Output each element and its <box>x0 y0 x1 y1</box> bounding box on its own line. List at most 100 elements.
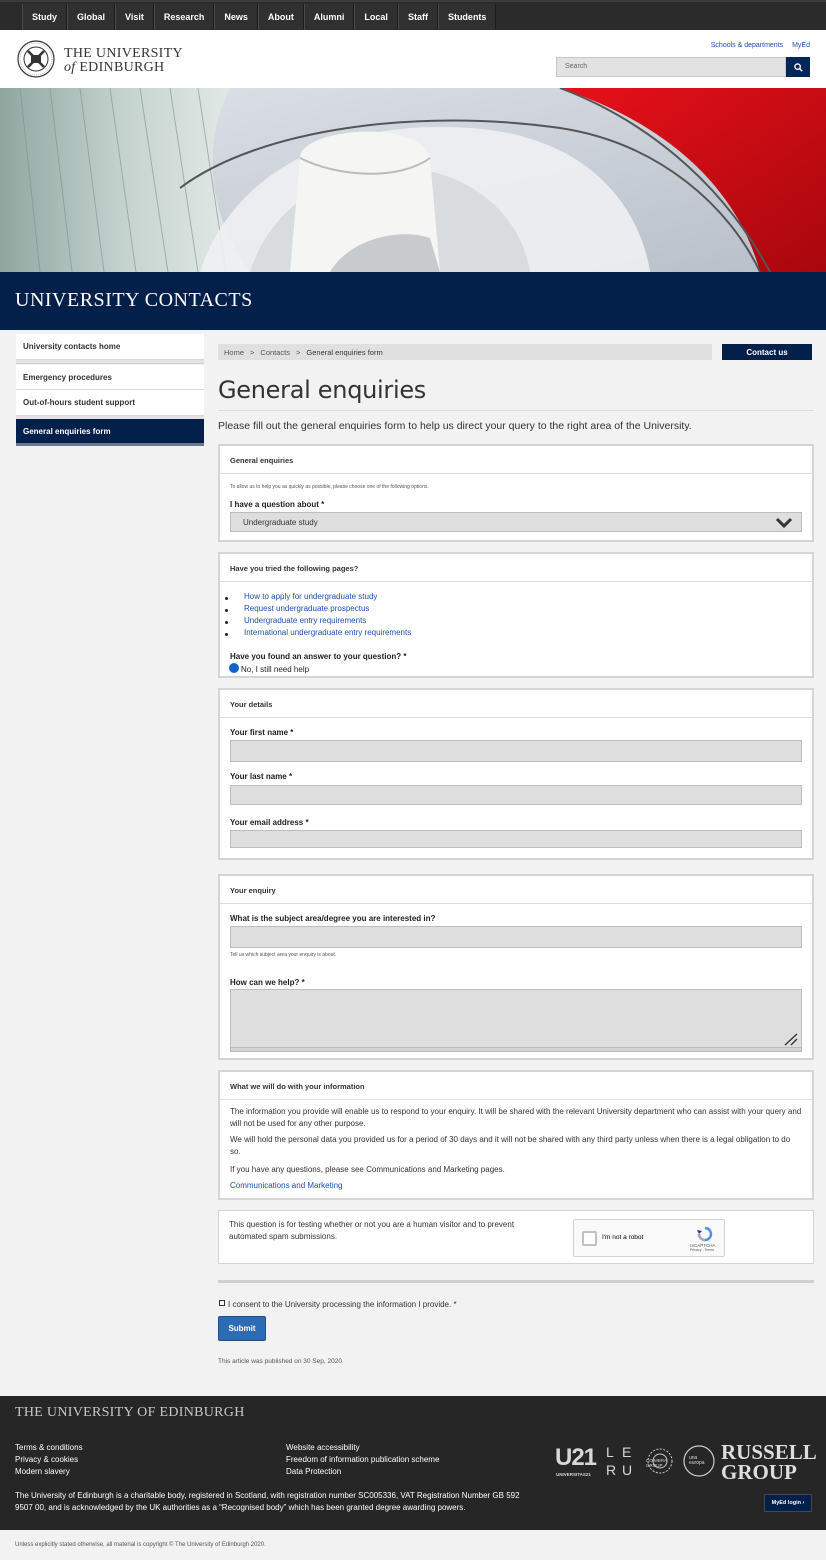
website-accessibility-link[interactable]: Website accessibility <box>286 1442 439 1454</box>
site-header: THE UNIVERSITY of EDINBURGH Schools & de… <box>0 30 826 88</box>
leru-letter: E <box>622 1444 632 1460</box>
top-nav-items: Study Global Visit Research News About Alumni L… <box>22 4 497 30</box>
info-paragraph-1: The information you provide will enable … <box>230 1107 802 1128</box>
topnav-item-local[interactable]: Local <box>354 4 398 30</box>
first-name-label: Your first name * <box>230 728 294 737</box>
topnav-item-global[interactable]: Global <box>67 4 116 30</box>
topnav-item-study[interactable]: Study <box>22 4 68 30</box>
russell-group-line2: GROUP <box>721 1460 797 1484</box>
russell-group-line1: RUSSELL <box>721 1440 817 1464</box>
topnav-item-news[interactable]: News <box>214 4 258 30</box>
leru-letter: L <box>606 1444 614 1460</box>
recaptcha-brand: reCAPTCHA Privacy - Terms <box>690 1243 716 1252</box>
section-title: UNIVERSITY CONTACTS <box>15 289 253 311</box>
breadcrumb-current: General enquiries form <box>306 348 383 357</box>
email-field[interactable] <box>230 830 802 848</box>
university-crest-icon[interactable] <box>16 40 56 78</box>
contact-us-button[interactable]: Contact us <box>722 344 812 360</box>
terms-conditions-link[interactable]: Terms & conditions <box>15 1442 83 1454</box>
found-answer-label: Have you found an answer to your questio… <box>230 652 407 661</box>
sidebar-item-general-enquiries[interactable]: General enquiries form <box>16 419 204 446</box>
breadcrumb-separator: > <box>250 348 255 357</box>
search-button[interactable] <box>786 57 810 77</box>
consent-checkbox[interactable] <box>219 1300 225 1306</box>
link-request-prospectus[interactable]: Request undergraduate prospectus <box>224 604 411 616</box>
copyright-notice: Unless explicitly stated otherwise, all … <box>15 1542 266 1548</box>
link-entry-requirements[interactable]: Undergraduate entry requirements <box>224 616 411 628</box>
recaptcha-checkbox[interactable] <box>582 1231 597 1246</box>
how-can-we-help-label: How can we help? * <box>230 978 305 987</box>
subject-area-field[interactable] <box>230 926 802 948</box>
last-name-label: Your last name * <box>230 772 293 781</box>
myed-link[interactable]: MyEd <box>792 42 810 49</box>
link-how-to-apply[interactable]: How to apply for undergraduate study <box>224 592 411 604</box>
recaptcha-privacy-terms[interactable]: Privacy - Terms <box>690 1248 716 1252</box>
sidebar-item-out-of-hours[interactable]: Out-of-hours student support <box>16 390 204 416</box>
last-name-field[interactable] <box>230 785 802 805</box>
published-date: This article was published on 30 Sep, 20… <box>218 1358 342 1365</box>
email-label: Your email address * <box>230 818 309 827</box>
topnav-item-students[interactable]: Students <box>437 4 497 30</box>
information-use-panel: What we will do with your information Th… <box>218 1070 814 1200</box>
freedom-of-information-link[interactable]: Freedom of information publication schem… <box>286 1454 439 1466</box>
schools-departments-link[interactable]: Schools & departments <box>711 42 783 49</box>
footer-links-col2: Website accessibility Freedom of informa… <box>286 1442 439 1478</box>
link-international-entry-requirements[interactable]: International undergraduate entry requir… <box>224 628 411 640</box>
sidebar-item-emergency-procedures[interactable]: Emergency procedures <box>16 365 204 390</box>
consent-label[interactable]: I consent to the University processing t… <box>228 1300 457 1309</box>
wordmark-edinburgh: EDINBURGH <box>79 60 165 75</box>
leru-letter: R <box>606 1462 617 1478</box>
question-about-label: I have a question about * <box>230 500 325 509</box>
question-about-select[interactable]: Undergraduate study <box>230 512 802 532</box>
topnav-item-research[interactable]: Research <box>153 4 215 30</box>
panel-heading: General enquiries <box>220 446 812 474</box>
recaptcha-logo-icon <box>697 1226 713 1242</box>
tried-pages-panel: Have you tried the following pages? How … <box>218 552 814 678</box>
topnav-item-about[interactable]: About <box>257 4 304 30</box>
hero-banner-image <box>0 88 826 272</box>
panel-heading: What we will do with your information <box>220 1072 812 1100</box>
privacy-cookies-link[interactable]: Privacy & cookies <box>15 1454 83 1466</box>
sidebar-item-contacts-home[interactable]: University contacts home <box>16 334 204 360</box>
site-footer: THE UNIVERSITY OF EDINBURGH Terms & cond… <box>0 1396 826 1530</box>
coimbra-group-text: COIMBRA GROUP <box>646 1458 667 1468</box>
general-enquiries-panel: General enquiries To allow us to help yo… <box>218 444 814 542</box>
your-enquiry-panel: Your enquiry What is the subject area/de… <box>218 874 814 1060</box>
communications-marketing-link[interactable]: Communications and Marketing <box>230 1180 802 1192</box>
captcha-explanation: This question is for testing whether or … <box>229 1220 515 1241</box>
breadcrumb-contacts[interactable]: Contacts <box>260 348 290 357</box>
data-protection-link[interactable]: Data Protection <box>286 1466 439 1478</box>
breadcrumb: Home > Contacts > General enquiries form <box>218 344 712 360</box>
search-input[interactable]: Search <box>556 57 786 77</box>
modern-slavery-link[interactable]: Modern slavery <box>15 1466 83 1478</box>
first-name-field[interactable] <box>230 740 802 762</box>
top-navigation: Study Global Visit Research News About Alumni L… <box>0 0 826 30</box>
info-paragraph-3: If you have any questions, please see Co… <box>230 1165 505 1174</box>
divider <box>218 1280 814 1283</box>
help-text: To allow us to help you as quickly as po… <box>230 484 429 490</box>
search-icon <box>793 62 803 72</box>
una-europa-text: una europa <box>689 1455 705 1466</box>
topnav-item-visit[interactable]: Visit <box>115 4 154 30</box>
suggested-links-list: How to apply for undergraduate study Req… <box>224 592 411 640</box>
wordmark-of: of <box>64 60 76 75</box>
resize-handle-icon[interactable] <box>783 1032 799 1046</box>
chevron-down-icon <box>775 517 793 529</box>
breadcrumb-separator: > <box>296 348 301 357</box>
u21-logo-text: U21 <box>555 1444 597 1471</box>
breadcrumb-home[interactable]: Home <box>224 348 244 357</box>
textarea-grip[interactable] <box>230 1047 802 1052</box>
still-need-help-label[interactable]: No, I still need help <box>241 665 309 674</box>
myed-login-button[interactable]: MyEd login › <box>764 1494 812 1512</box>
how-can-we-help-textarea[interactable] <box>230 989 802 1049</box>
topnav-item-staff[interactable]: Staff <box>397 4 438 30</box>
recaptcha-label: I'm not a robot <box>602 1234 644 1241</box>
captcha-panel: This question is for testing whether or … <box>218 1210 814 1264</box>
still-need-help-radio[interactable] <box>229 663 239 673</box>
university-wordmark-line2[interactable]: of EDINBURGH <box>64 60 164 76</box>
submit-button[interactable]: Submit <box>218 1316 266 1341</box>
your-details-panel: Your details Your first name * Your last… <box>218 688 814 860</box>
footer-university-name[interactable]: THE UNIVERSITY OF EDINBURGH <box>15 1405 245 1421</box>
subject-area-label: What is the subject area/degree you are … <box>230 914 436 923</box>
topnav-item-alumni[interactable]: Alumni <box>303 4 355 30</box>
